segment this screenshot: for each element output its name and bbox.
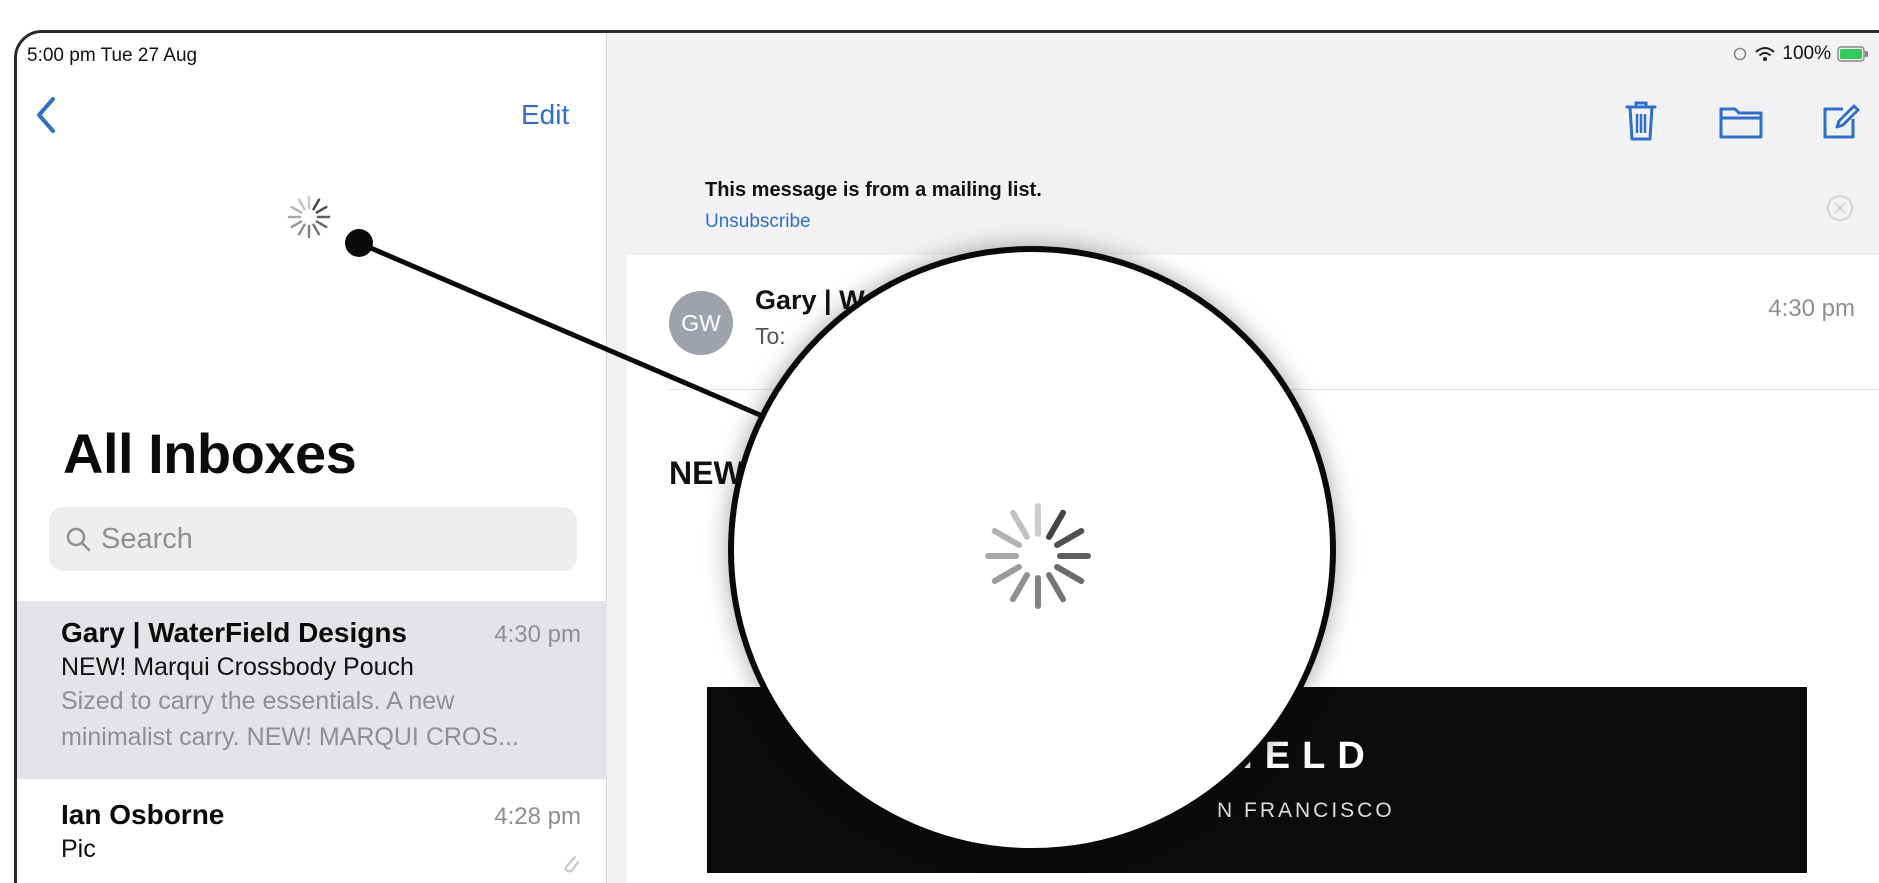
message-time: 4:30 pm (494, 621, 581, 648)
message-sender: Ian Osborne (61, 799, 225, 830)
wifi-icon (1755, 47, 1776, 61)
message-sender: Gary | WaterField Designs (61, 617, 408, 648)
spinner-spoke (1010, 509, 1030, 540)
page-title: All Inboxes (63, 422, 357, 485)
compose-button[interactable] (1817, 97, 1861, 145)
avatar: GW (669, 291, 733, 355)
brand-city: N FRANCISCO (1217, 799, 1395, 822)
message-preview: Sized to carry the essentials. A new (61, 687, 455, 715)
message-recipients[interactable]: To: (755, 323, 786, 350)
message-time: 4:28 pm (494, 803, 581, 830)
close-icon (1827, 195, 1853, 221)
spinner-spoke (315, 205, 328, 214)
spinner-spoke (290, 205, 303, 214)
message-time: 4:30 pm (1768, 295, 1855, 322)
paperclip-icon (564, 855, 580, 873)
spinner-spoke (312, 198, 321, 211)
spinner-spoke (315, 220, 328, 229)
trash-icon (1625, 101, 1657, 141)
mailing-list-notice: This message is from a mailing list. (705, 179, 1042, 201)
magnifier-callout (728, 246, 1336, 854)
chevron-left-icon (37, 97, 55, 133)
battery-percentage: 100% (1782, 43, 1831, 64)
spinner-spoke (297, 223, 306, 236)
spinner-spoke (290, 220, 303, 229)
edit-button[interactable]: Edit (521, 99, 569, 131)
spinner-spoke (1010, 572, 1030, 603)
list-item[interactable]: Gary | WaterField Designs 4:30 pm NEW! M… (17, 601, 607, 779)
unsubscribe-link[interactable]: Unsubscribe (705, 211, 811, 233)
message-subject: NEW! Marqui Crossbody Pouch (61, 653, 414, 681)
spinner-spoke (1046, 572, 1066, 603)
spinner-spoke (1054, 528, 1085, 548)
compose-icon (1823, 104, 1860, 139)
battery-icon (1837, 46, 1868, 62)
list-item[interactable]: Ian Osborne 4:28 pm Pic (17, 795, 607, 883)
mailbox-sidebar: 5:00 pm Tue 27 Aug Edit All Inboxes Sear… (17, 33, 607, 883)
spinner-spoke (1054, 564, 1085, 584)
search-icon (66, 527, 91, 552)
loading-spinner-icon (985, 503, 1091, 609)
status-time: 5:00 pm Tue 27 Aug (27, 45, 198, 66)
rotation-lock-icon (1734, 47, 1747, 61)
spinner-spoke (1046, 509, 1066, 540)
trash-button[interactable] (1619, 97, 1663, 145)
message-preview: minimalist carry. NEW! MARQUI CROS... (61, 723, 519, 751)
message-subject: NEW (669, 455, 744, 491)
loading-spinner-icon (283, 191, 335, 243)
dismiss-banner-button[interactable] (1825, 193, 1855, 223)
spinner-spoke (991, 564, 1022, 584)
back-button[interactable] (31, 93, 61, 137)
status-indicators: 100% (1732, 43, 1869, 65)
move-to-folder-button[interactable] (1715, 97, 1767, 145)
spinner-spoke (991, 528, 1022, 548)
search-input[interactable]: Search (49, 507, 577, 571)
spinner-spoke (312, 223, 321, 236)
search-placeholder: Search (101, 522, 193, 555)
message-subject: Pic (61, 835, 96, 863)
folder-icon (1719, 107, 1763, 139)
spinner-spoke (297, 198, 306, 211)
